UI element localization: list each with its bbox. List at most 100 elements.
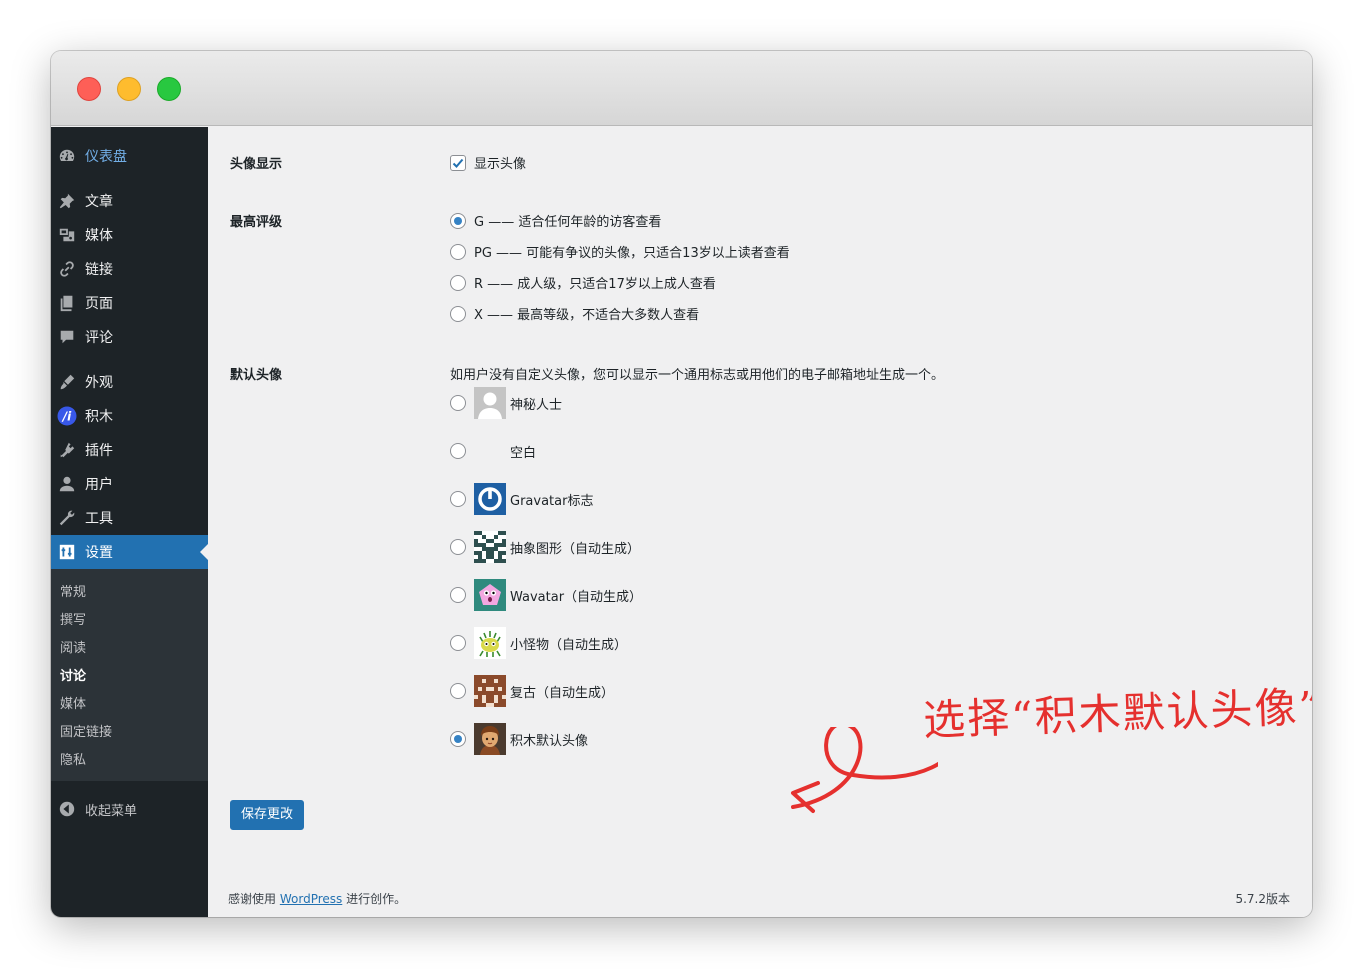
avatar-option-retro[interactable]: 复古（自动生成） — [450, 675, 614, 707]
sidebar-item-appearance[interactable]: 外观 — [51, 365, 208, 399]
browser-window: 仪表盘 文章 媒体 链接 页面 评论 外观 /i 积木 插件 用户 工具 设置 … — [51, 51, 1312, 917]
sidebar-item-label: 仪表盘 — [85, 149, 127, 165]
sidebar-item-posts[interactable]: 文章 — [51, 184, 208, 218]
rating-r-radio[interactable] — [450, 274, 466, 291]
close-window-button[interactable] — [77, 77, 101, 101]
brush-icon — [57, 372, 77, 392]
submenu-item-reading[interactable]: 阅读 — [60, 637, 86, 656]
sidebar-item-links[interactable]: 链接 — [51, 252, 208, 286]
sidebar-item-comments[interactable]: 评论 — [51, 320, 208, 354]
rating-option-label: R —— 成人级，只适合17岁以上成人查看 — [474, 277, 716, 292]
sidebar-item-jimu[interactable]: /i 积木 — [51, 399, 208, 433]
show-avatars-option[interactable]: 显示头像 — [450, 153, 526, 172]
avatar-option-monsterid[interactable]: 小怪物（自动生成） — [450, 627, 627, 659]
default-avatar-description: 如用户没有自定义头像，您可以显示一个通用标志或用他们的电子邮箱地址生成一个。 — [450, 368, 945, 383]
avatar-option-jimu[interactable]: 积木默认头像 — [450, 723, 588, 755]
svg-text:/i: /i — [61, 410, 72, 424]
rating-option-g[interactable]: G —— 适合任何年龄的访客查看 — [450, 211, 661, 230]
rating-option-label: PG —— 可能有争议的头像，只适合13岁以上读者查看 — [474, 246, 790, 261]
sidebar-item-users[interactable]: 用户 — [51, 467, 208, 501]
show-avatars-checkbox[interactable] — [450, 154, 466, 171]
avatar-display-heading: 头像显示 — [230, 157, 283, 172]
avatar-retro-radio[interactable] — [450, 683, 466, 699]
checkmark-icon — [452, 158, 464, 168]
submenu-item-media[interactable]: 媒体 — [60, 693, 86, 712]
rating-option-label: G —— 适合任何年龄的访客查看 — [474, 215, 662, 230]
default-avatar-heading: 默认头像 — [230, 368, 283, 383]
collapse-menu-label: 收起菜单 — [85, 803, 138, 819]
avatar-option-label: 空白 — [510, 445, 537, 461]
avatar-gravatar-radio[interactable] — [450, 491, 466, 507]
blank-avatar — [474, 435, 506, 467]
admin-sidebar: 仪表盘 文章 媒体 链接 页面 评论 外观 /i 积木 插件 用户 工具 设置 … — [51, 127, 208, 917]
avatar-option-mystery[interactable]: 神秘人士 — [450, 387, 562, 419]
footer-thanks-suffix: 进行创作。 — [346, 892, 407, 906]
settings-icon — [57, 542, 77, 562]
avatar-monsterid-radio[interactable] — [450, 635, 466, 651]
submenu-item-permalinks[interactable]: 固定链接 — [60, 721, 112, 740]
pin-icon — [57, 191, 77, 211]
wrench-icon — [57, 508, 77, 528]
sidebar-item-settings[interactable]: 设置 — [51, 535, 208, 569]
footer-credit: 感谢使用 WordPress 进行创作。 — [228, 890, 406, 907]
settings-submenu: 常规 撰写 阅读 讨论 媒体 固定链接 隐私 — [51, 569, 208, 781]
submenu-item-writing[interactable]: 撰写 — [60, 609, 86, 628]
avatar-option-identicon[interactable]: 抽象图形（自动生成） — [450, 531, 640, 563]
rating-option-x[interactable]: X —— 最高等级，不适合大多数人查看 — [450, 304, 699, 323]
sidebar-item-dashboard[interactable]: 仪表盘 — [51, 139, 208, 173]
avatar-wavatar-radio[interactable] — [450, 587, 466, 603]
sidebar-item-label: 设置 — [85, 545, 113, 561]
avatar-option-label: 小怪物（自动生成） — [510, 637, 628, 653]
annotation-arrow-icon — [791, 727, 938, 813]
wavatar-avatar — [474, 579, 506, 611]
zoom-window-button[interactable] — [157, 77, 181, 101]
avatar-blank-radio[interactable] — [450, 443, 466, 459]
minimize-window-button[interactable] — [117, 77, 141, 101]
footer-version: 5.7.2版本 — [1235, 892, 1290, 906]
jimu-default-avatar — [474, 723, 506, 755]
avatar-option-label: 复古（自动生成） — [510, 685, 615, 701]
rating-pg-radio[interactable] — [450, 243, 466, 260]
sidebar-item-label: 链接 — [85, 262, 113, 278]
wordpress-link[interactable]: WordPress — [280, 892, 342, 906]
avatar-option-label: 抽象图形（自动生成） — [510, 541, 641, 557]
sidebar-item-tools[interactable]: 工具 — [51, 501, 208, 535]
avatar-option-label: Gravatar标志 — [510, 493, 594, 509]
annotation-callout-text: 选择“积木默认头像” — [922, 682, 1312, 745]
rating-option-r[interactable]: R —— 成人级，只适合17岁以上成人查看 — [450, 273, 716, 292]
rating-option-pg[interactable]: PG —— 可能有争议的头像，只适合13岁以上读者查看 — [450, 242, 790, 261]
avatar-jimu-radio[interactable] — [450, 731, 466, 747]
comment-icon — [57, 327, 77, 347]
avatar-identicon-radio[interactable] — [450, 539, 466, 555]
gravatar-logo-icon — [474, 483, 506, 515]
sidebar-item-label: 插件 — [85, 443, 113, 459]
submenu-item-privacy[interactable]: 隐私 — [60, 749, 86, 768]
sidebar-item-pages[interactable]: 页面 — [51, 286, 208, 320]
rating-g-radio[interactable] — [450, 212, 466, 229]
avatar-option-wavatar[interactable]: Wavatar（自动生成） — [450, 579, 642, 611]
show-avatars-label: 显示头像 — [474, 157, 527, 172]
avatar-option-blank[interactable]: 空白 — [450, 435, 536, 467]
sidebar-item-label: 积木 — [85, 409, 113, 425]
sidebar-item-label: 媒体 — [85, 228, 113, 244]
collapse-menu-button[interactable]: 收起菜单 — [57, 799, 137, 819]
jimu-logo-icon: /i — [57, 406, 77, 426]
rating-x-radio[interactable] — [450, 305, 466, 322]
title-bar — [51, 51, 1312, 126]
avatar-option-gravatar[interactable]: Gravatar标志 — [450, 483, 593, 515]
identicon-avatar — [474, 531, 506, 563]
submenu-item-general[interactable]: 常规 — [60, 581, 86, 600]
avatar-option-label: 神秘人士 — [510, 397, 563, 413]
settings-content: 头像显示 显示头像 最高评级 G —— 适合任何年龄的访客查看 PG —— 可能… — [208, 127, 1312, 917]
save-changes-button[interactable]: 保存更改 — [230, 800, 305, 830]
sidebar-item-label: 文章 — [85, 194, 113, 210]
sidebar-item-label: 工具 — [85, 511, 113, 527]
retro-avatar — [474, 675, 506, 707]
dashboard-icon — [57, 146, 77, 166]
submenu-item-discussion[interactable]: 讨论 — [60, 665, 86, 684]
plugin-icon — [57, 440, 77, 460]
avatar-mystery-radio[interactable] — [450, 395, 466, 411]
sidebar-item-media[interactable]: 媒体 — [51, 218, 208, 252]
avatar-option-label: 积木默认头像 — [510, 733, 589, 749]
sidebar-item-plugins[interactable]: 插件 — [51, 433, 208, 467]
